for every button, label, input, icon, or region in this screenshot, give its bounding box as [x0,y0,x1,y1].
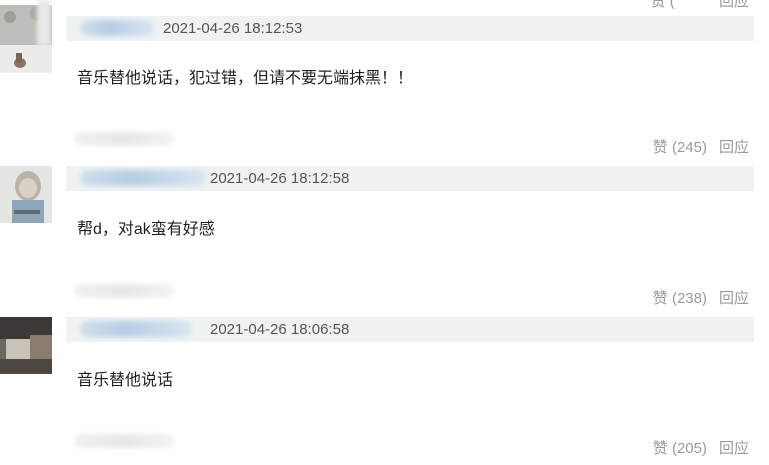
comment-text: 帮d，对ak蛮有好感 [77,221,215,238]
blurred-text [74,434,174,448]
blurred-text [74,132,174,146]
like-button[interactable]: 赞 ( [651,0,675,10]
avatar-person-image [0,166,52,223]
reply-button[interactable]: 回应 [719,0,749,10]
comment-timestamp: 2021-04-26 18:12:58 [210,170,350,187]
reply-button[interactable]: 回应 [719,440,749,457]
comment-timestamp: 2021-04-26 18:12:53 [163,20,303,37]
comment-actions: 赞 (238) 回应 [653,287,749,308]
comment-text: 音乐替他说话 [77,372,174,389]
avatar[interactable] [0,166,52,223]
blurred-text [74,284,174,298]
avatar-blur [37,0,51,46]
comment-actions: 赞 (245) 回应 [653,136,749,157]
comment-meta-bar: 2021-04-26 18:12:53 [66,16,754,41]
reply-button[interactable]: 回应 [719,139,749,156]
username-link[interactable] [80,170,206,186]
username-link[interactable] [80,321,192,337]
previous-comment-actions: 赞 ( 回应 [651,0,749,11]
reply-button[interactable]: 回应 [719,290,749,307]
comment-meta-bar: 2021-04-26 18:06:58 [66,317,754,342]
comment-text: 音乐替他说话，犯过错，但请不要无端抹黑！！ [77,70,414,87]
avatar[interactable] [0,317,52,374]
comment-meta-bar: 2021-04-26 18:12:58 [66,166,754,191]
like-button[interactable]: 赞 (205) [653,440,707,457]
like-button[interactable]: 赞 (245) [653,139,707,156]
avatar-room-image [0,317,52,374]
comment-timestamp: 2021-04-26 18:06:58 [210,321,350,338]
comment-actions: 赞 (205) 回应 [653,437,749,458]
username-link[interactable] [80,20,154,36]
like-button[interactable]: 赞 (238) [653,290,707,307]
